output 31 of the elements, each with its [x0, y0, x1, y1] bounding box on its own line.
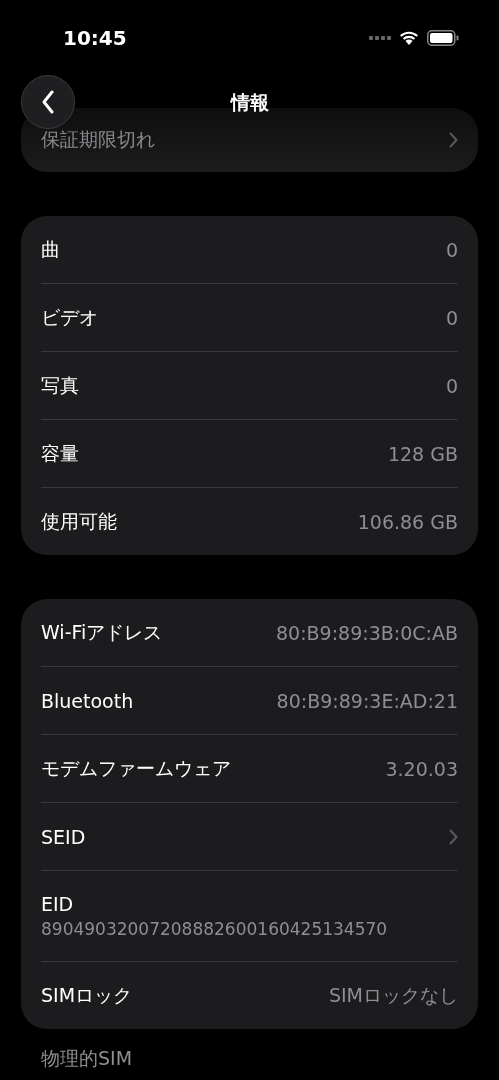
- battery-icon: [427, 29, 459, 46]
- status-time: 10:45: [63, 25, 127, 50]
- row-label[interactable]: SEID: [41, 825, 86, 848]
- section-header: 物理的SIM: [40, 1047, 134, 1069]
- row-label: Bluetooth: [41, 689, 134, 712]
- back-icon: [41, 90, 55, 114]
- row-value: 106.86 GB: [357, 510, 458, 533]
- row-label: SIMロック: [41, 982, 133, 1008]
- back-button[interactable]: [21, 75, 75, 129]
- row-label: モデムファームウェア: [41, 755, 231, 781]
- row-label: 保証期限切れ: [41, 127, 155, 152]
- row-label: 曲: [41, 236, 60, 262]
- row-label: 写真: [41, 372, 79, 398]
- row-value: 128 GB: [387, 442, 458, 465]
- row-label: 使用可能: [41, 508, 117, 534]
- row-label: ビデオ: [41, 304, 98, 330]
- row-label: EID: [41, 893, 74, 915]
- row-label: 容量: [41, 440, 79, 466]
- row-value: 0: [445, 306, 458, 329]
- signal-icon: [369, 35, 391, 40]
- row-value: 80:B9:89:3E:AD:21: [276, 689, 458, 712]
- row-value: 80:B9:89:3B:0C:AB: [276, 621, 458, 644]
- row-label: Wi-Fiアドレス: [41, 619, 163, 645]
- row-value: 89049032007208882600160425134570: [41, 919, 388, 939]
- wifi-icon: [399, 30, 419, 45]
- chevron-icon: [449, 828, 458, 845]
- chevron-icon: [449, 132, 458, 148]
- row-value: SIMロックなし: [328, 982, 458, 1008]
- row-value: 3.20.03: [385, 757, 458, 780]
- row-value: 0: [445, 238, 458, 261]
- row-value: 0: [445, 374, 458, 397]
